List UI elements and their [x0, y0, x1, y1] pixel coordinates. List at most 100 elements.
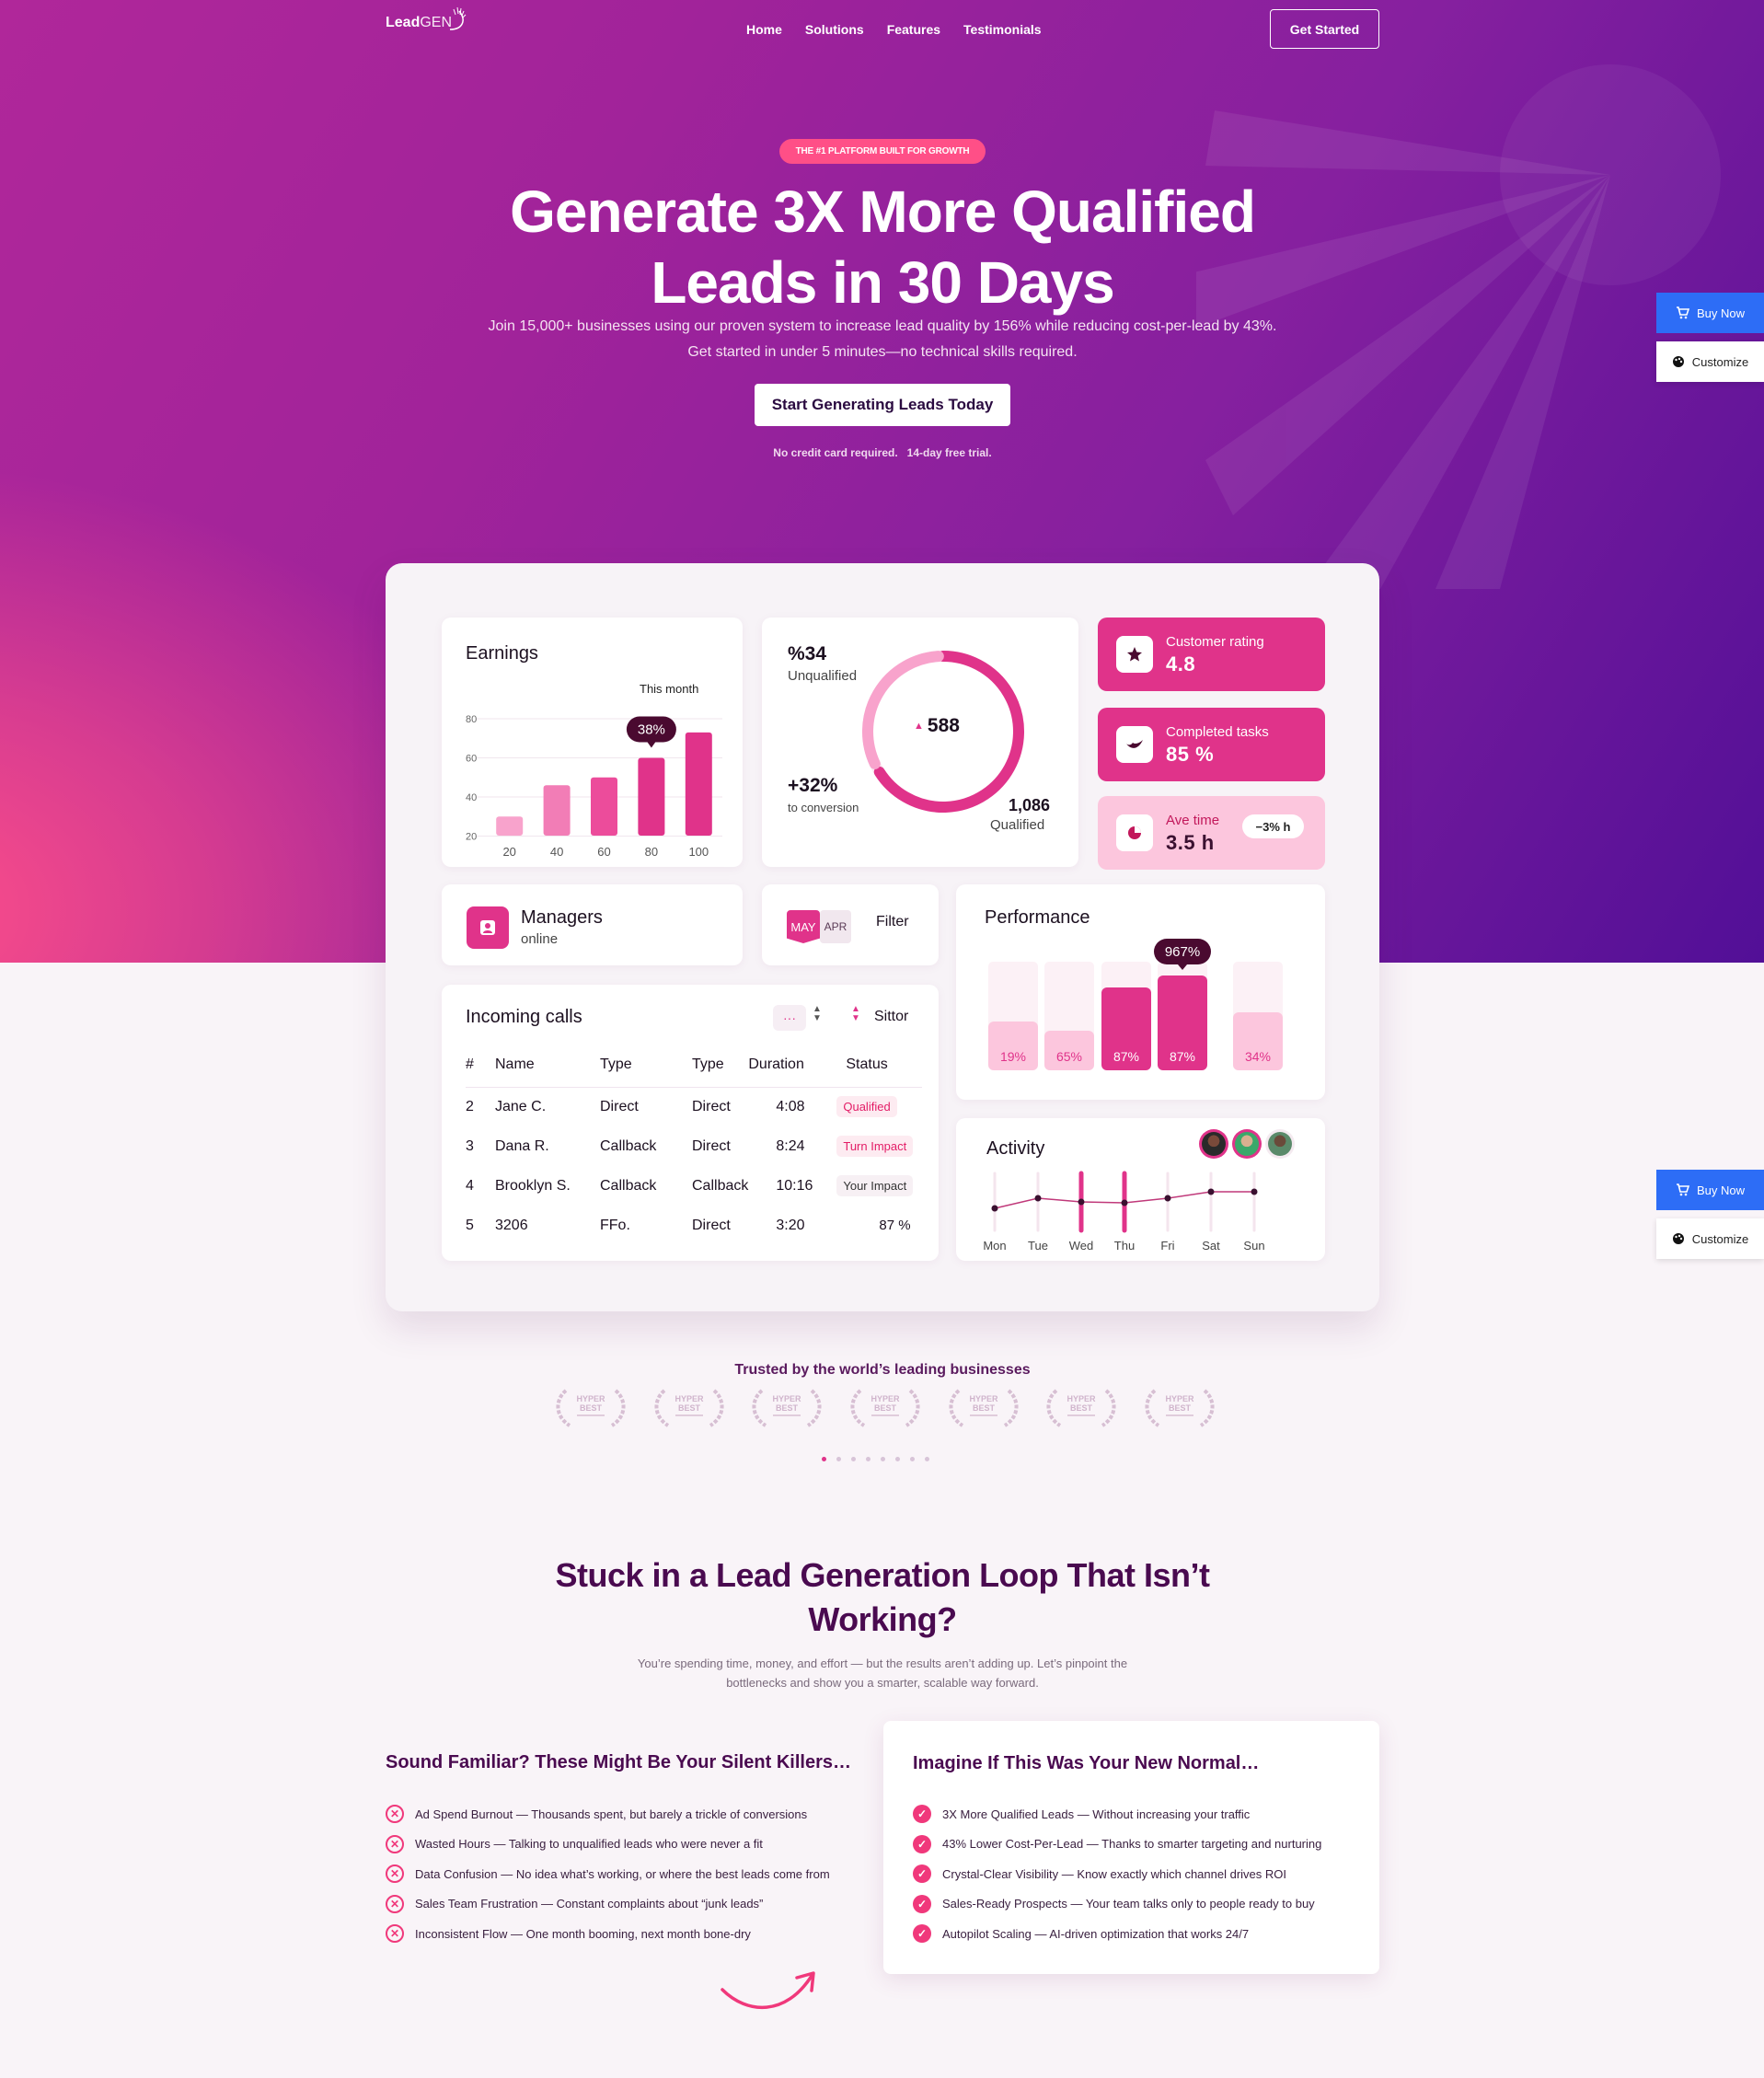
- laurel-left: [850, 1389, 866, 1427]
- list-item: ✓ Sales-Ready Prospects — Your team talks…: [913, 1889, 1321, 1920]
- silent-killers-title: Sound Familiar? These Might Be Your Sile…: [386, 1752, 852, 1772]
- list-item: ✓ 3X More Qualified Leads — Without incre…: [913, 1799, 1321, 1830]
- performance-card: Performance 19% 65% 87% 87% 967% 34%: [956, 884, 1325, 1100]
- month-apr-tag[interactable]: APR: [820, 910, 851, 943]
- table-row[interactable]: 4 Brooklyn S. Callback Callback 10:16 Your I…: [466, 1166, 922, 1206]
- performance-bar-label: 19%: [1000, 1049, 1026, 1064]
- sort-pink-icon[interactable]: ▲ ▼: [851, 1005, 860, 1023]
- carousel-dot[interactable]: [925, 1457, 929, 1461]
- new-normal-card: Imagine If This Was Your New Normal… ✓ 3X…: [883, 1721, 1379, 1974]
- customize-label: Customize: [1691, 1231, 1749, 1246]
- list-item-text: Crystal-Clear Visibility — Know exactly …: [942, 1866, 1286, 1881]
- award-laurel-logo: HYPERBEST: [1145, 1389, 1215, 1427]
- earnings-bar: [591, 777, 617, 836]
- donut-segment-unqualified: [862, 651, 944, 769]
- list-item: ✕ Ad Spend Burnout — Thousands spent, but…: [386, 1799, 830, 1830]
- lead-quality-card: %34 Unqualified +32% to conversion ▲ 588 …: [762, 618, 1078, 867]
- customer-rating-value: 4.8: [1166, 652, 1196, 675]
- carousel-dot[interactable]: [910, 1457, 915, 1461]
- laurel-right: [905, 1389, 920, 1427]
- filter-card[interactable]: MAY APR Filter: [762, 884, 939, 965]
- carousel-dot[interactable]: [866, 1457, 870, 1461]
- cell: 5: [466, 1217, 474, 1233]
- incoming-calls-title: Incoming calls: [466, 1007, 582, 1027]
- laurel-left: [949, 1389, 963, 1427]
- list-item-text: Autopilot Scaling — AI-driven optimizati…: [942, 1926, 1250, 1941]
- dashboard-preview: Earnings This month 80 60 40 20 20 40 60 80 38% 1…: [386, 563, 1379, 1311]
- customize-button-2[interactable]: Customize: [1656, 1218, 1764, 1259]
- cell: 3206: [495, 1217, 528, 1233]
- carousel-dot[interactable]: [822, 1457, 826, 1461]
- performance-chart: 19% 65% 87% 87% 967% 34%: [988, 939, 1283, 1070]
- activity-point: [1164, 1195, 1171, 1202]
- award-line2: BEST: [1070, 1403, 1093, 1413]
- start-generating-button[interactable]: Start Generating Leads Today: [755, 384, 1010, 426]
- tooltip-pointer: [646, 741, 656, 748]
- award-line1: HYPER: [674, 1394, 704, 1403]
- carousel-dot[interactable]: [851, 1457, 856, 1461]
- activity-point: [1121, 1199, 1128, 1206]
- curved-arrow-icon: [721, 1971, 815, 2009]
- col-header: Type: [600, 1056, 632, 1072]
- activity-day-label: Sun: [1243, 1239, 1264, 1253]
- silent-killers-list: ✕ Ad Spend Burnout — Thousands spent, but…: [386, 1799, 830, 1949]
- col-header: Type: [692, 1056, 724, 1072]
- laurel-left: [1046, 1389, 1062, 1427]
- table-row[interactable]: 5 3206 FFo. Direct 3:20 87 %: [466, 1206, 922, 1245]
- award-laurel-logo: HYPERBEST: [949, 1389, 1019, 1427]
- carousel-dot[interactable]: [836, 1457, 841, 1461]
- laurel-left: [556, 1389, 571, 1427]
- table-row[interactable]: 3 Dana R. Callback Direct 8:24 Turn Impact: [466, 1126, 922, 1166]
- top-nav: Lead GEN Home Solutions Features Testimon…: [386, 0, 1379, 59]
- cell: Brooklyn S.: [495, 1177, 571, 1194]
- cell: FFo.: [600, 1217, 630, 1233]
- nav-link-home[interactable]: Home: [746, 22, 782, 37]
- qualified-value: 1,086: [1009, 796, 1051, 814]
- earnings-chart: 80 60 40 20 20 40 60 80 38% 100: [466, 714, 722, 859]
- buy-now-button[interactable]: Buy Now: [1656, 293, 1764, 333]
- nav-link-features[interactable]: Features: [887, 22, 940, 37]
- earnings-bar: [543, 785, 571, 836]
- customize-button[interactable]: Customize: [1656, 341, 1764, 382]
- nav-link-testimonials[interactable]: Testimonials: [963, 22, 1042, 37]
- donut-center-value: ▲ 588: [914, 715, 960, 737]
- laurel-left: [1145, 1389, 1160, 1427]
- award-line2: BEST: [973, 1403, 996, 1413]
- sort-label[interactable]: Sittor: [874, 1009, 908, 1025]
- section2-title: Stuck in a Lead Generation Loop That Isn…: [555, 1556, 1210, 1638]
- y-tick-label: 20: [466, 832, 477, 843]
- laurel-left: [654, 1389, 669, 1427]
- get-started-button[interactable]: Get Started: [1270, 9, 1379, 49]
- logo[interactable]: Lead GEN: [386, 6, 470, 33]
- carousel-dot[interactable]: [895, 1457, 900, 1461]
- x-circle-icon: ✕: [386, 1805, 404, 1824]
- list-item-text: 3X More Qualified Leads — Without increa…: [942, 1807, 1251, 1821]
- y-tick-label: 40: [466, 792, 477, 803]
- activity-chart: Mon Tue Wed Thu Fri Sat Sun: [983, 1171, 1265, 1253]
- more-options-button[interactable]: ···: [773, 1005, 806, 1031]
- x-circle-icon: ✕: [386, 1894, 404, 1913]
- ave-time-label: Ave time: [1166, 813, 1220, 828]
- x-tick-label: 20: [502, 845, 515, 859]
- calls-table: # Name Type Type Duration Status 2 Jane C…: [466, 1043, 922, 1245]
- x-tick-label: 40: [550, 845, 563, 859]
- award-line2: BEST: [580, 1403, 603, 1413]
- nav-link-solutions[interactable]: Solutions: [805, 22, 864, 37]
- earnings-tooltip-label: 38%: [638, 722, 665, 738]
- cell: Jane C.: [495, 1098, 547, 1114]
- calls-header-row: # Name Type Type Duration Status: [466, 1043, 922, 1087]
- laurel-left: [752, 1389, 767, 1427]
- award-laurel-logo: HYPERBEST: [1046, 1389, 1116, 1427]
- month-may-tag[interactable]: MAY: [787, 910, 820, 943]
- table-row[interactable]: 2 Jane C. Direct Direct 4:08 Qualified: [466, 1087, 922, 1126]
- carousel-dot[interactable]: [881, 1457, 885, 1461]
- performance-tooltip-label: 967%: [1165, 944, 1200, 960]
- filter-label: Filter: [876, 914, 909, 929]
- completed-tasks-label: Completed tasks: [1166, 724, 1269, 740]
- award-line2: BEST: [776, 1403, 799, 1413]
- status-text: 87 %: [879, 1217, 911, 1233]
- buy-now-button-2[interactable]: Buy Now: [1656, 1170, 1764, 1210]
- new-normal-list: ✓ 3X More Qualified Leads — Without incre…: [913, 1799, 1321, 1949]
- sort-updown-icon[interactable]: ▲ ▼: [813, 1005, 822, 1023]
- section2-subtitle: You’re spending time, money, and effort …: [637, 1657, 1128, 1690]
